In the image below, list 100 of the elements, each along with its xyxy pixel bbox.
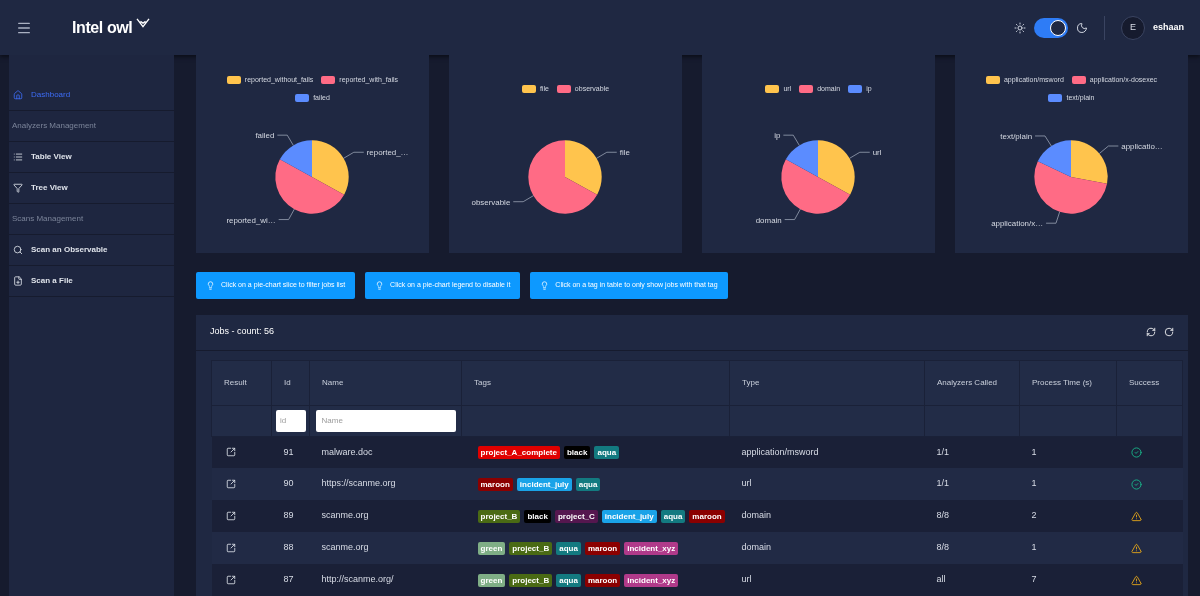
pie-slice[interactable] <box>565 140 602 195</box>
tag[interactable]: project_B <box>509 541 553 555</box>
table-cell: 8/8 <box>936 542 949 553</box>
sun-icon <box>1013 21 1026 34</box>
open-result-icon[interactable] <box>225 511 236 521</box>
slice-label: applicatio… <box>1121 142 1163 151</box>
section-heading: Analyzers Management <box>11 120 98 132</box>
slice-label: observable <box>471 197 511 207</box>
tag[interactable]: incident_xyz <box>624 573 679 587</box>
table-cell: domain <box>741 542 772 553</box>
table-cell: 89 <box>283 510 294 521</box>
theme-toggle[interactable] <box>1033 17 1068 38</box>
tag[interactable]: project_B <box>477 509 521 523</box>
tag[interactable]: aqua <box>660 509 686 523</box>
table-cell: application/msword <box>741 446 819 457</box>
sync-icon[interactable] <box>1146 327 1156 337</box>
name-filter-field[interactable]: Name <box>315 409 456 432</box>
tag[interactable]: aqua <box>594 445 620 459</box>
leader-line <box>512 195 534 203</box>
card-title: Jobs - count: 56 <box>210 325 275 339</box>
user-name[interactable]: eshaan <box>1152 20 1184 35</box>
pie-slice[interactable] <box>279 140 312 177</box>
slice-label: domain <box>755 215 782 225</box>
tag[interactable]: maroon <box>689 509 725 523</box>
table-cell: https://scanme.org <box>321 478 396 489</box>
tag[interactable]: project_B <box>509 573 553 587</box>
column-header[interactable]: Type <box>742 377 760 387</box>
leader-line <box>1045 211 1061 224</box>
open-result-icon[interactable] <box>225 479 236 489</box>
open-result-icon[interactable] <box>225 575 236 585</box>
pie-slice[interactable] <box>275 159 345 214</box>
pie-slice[interactable] <box>1037 140 1071 177</box>
leader-line <box>782 134 800 146</box>
nav-icon <box>13 152 23 162</box>
column-header[interactable]: Tags <box>474 377 491 387</box>
table-cell: domain <box>741 510 772 521</box>
table-cell: 90 <box>283 478 294 489</box>
tag[interactable]: incident_xyz <box>624 541 679 555</box>
table-cell: 88 <box>283 542 294 553</box>
column-header[interactable]: Analyzers Called <box>937 377 998 387</box>
table-cell: 1/1 <box>936 478 949 489</box>
table-cell: 1 <box>1031 446 1037 457</box>
tag[interactable]: maroon <box>584 541 621 555</box>
leader-line <box>278 208 295 220</box>
nav-icon <box>13 276 23 286</box>
sidebar-item[interactable]: Scan an Observable <box>9 235 174 266</box>
refresh-icon[interactable] <box>1164 327 1174 337</box>
pie-slice[interactable] <box>1034 161 1108 214</box>
tag[interactable]: aqua <box>575 477 601 491</box>
tag[interactable]: project_C <box>554 509 598 523</box>
open-result-icon[interactable] <box>225 447 236 458</box>
tag[interactable]: project_A_complete <box>477 445 560 459</box>
column-header[interactable]: Result <box>224 377 247 387</box>
leader-line <box>596 151 618 159</box>
table-cell: 7 <box>1031 574 1037 585</box>
section-heading: Scans Management <box>11 213 85 225</box>
tag[interactable]: maroon <box>477 477 513 491</box>
id-filter-field[interactable]: id <box>276 409 306 432</box>
tag[interactable]: aqua <box>556 573 581 587</box>
nav-icon <box>13 90 23 100</box>
column-header[interactable]: Process Time (s) <box>1032 377 1092 387</box>
open-result-icon[interactable] <box>225 543 236 553</box>
leader-line <box>276 134 294 146</box>
table-cell: scanme.org <box>321 542 369 553</box>
table-cell: 1 <box>1031 542 1037 553</box>
column-header[interactable]: Success <box>1129 377 1160 387</box>
leader-line <box>1034 135 1052 147</box>
lightbulb-icon <box>206 280 215 290</box>
tag[interactable]: maroon <box>584 573 621 587</box>
table-cell: 2 <box>1031 510 1037 521</box>
lightbulb-icon <box>375 280 385 290</box>
lightbulb-icon <box>540 280 550 290</box>
table-cell: url <box>741 574 752 585</box>
slice-label: url <box>872 148 882 158</box>
table-cell: all <box>936 574 946 585</box>
pie-slice[interactable] <box>528 140 598 214</box>
sidebar-item[interactable]: Tree View <box>9 173 174 204</box>
table-cell: url <box>741 478 752 489</box>
column-header[interactable]: Name <box>322 377 344 387</box>
tag[interactable]: black <box>524 509 551 523</box>
pie-slice[interactable] <box>785 140 818 177</box>
slice-label: reported_… <box>366 148 409 158</box>
column-header[interactable]: Id <box>284 377 291 387</box>
pie-slice[interactable] <box>818 140 855 195</box>
table-cell: scanme.org <box>321 510 369 521</box>
tag[interactable]: aqua <box>556 541 581 555</box>
pie-slice[interactable] <box>312 140 349 195</box>
user-avatar[interactable]: E <box>1120 15 1145 40</box>
table-cell: 91 <box>283 446 294 457</box>
pie-slice[interactable] <box>1071 140 1108 184</box>
table-cell: 87 <box>283 574 294 585</box>
slice-label: ip <box>774 131 781 141</box>
pie-slice[interactable] <box>781 159 851 214</box>
leader-line <box>1098 145 1119 154</box>
sidebar-item[interactable]: Table View <box>9 142 174 173</box>
slice-label: failed <box>255 131 275 141</box>
tag[interactable]: black <box>563 445 591 459</box>
slice-label: file <box>619 148 630 158</box>
logo-text: Intel owl <box>72 17 133 38</box>
sidebar-item[interactable]: Scan a File <box>9 266 174 297</box>
